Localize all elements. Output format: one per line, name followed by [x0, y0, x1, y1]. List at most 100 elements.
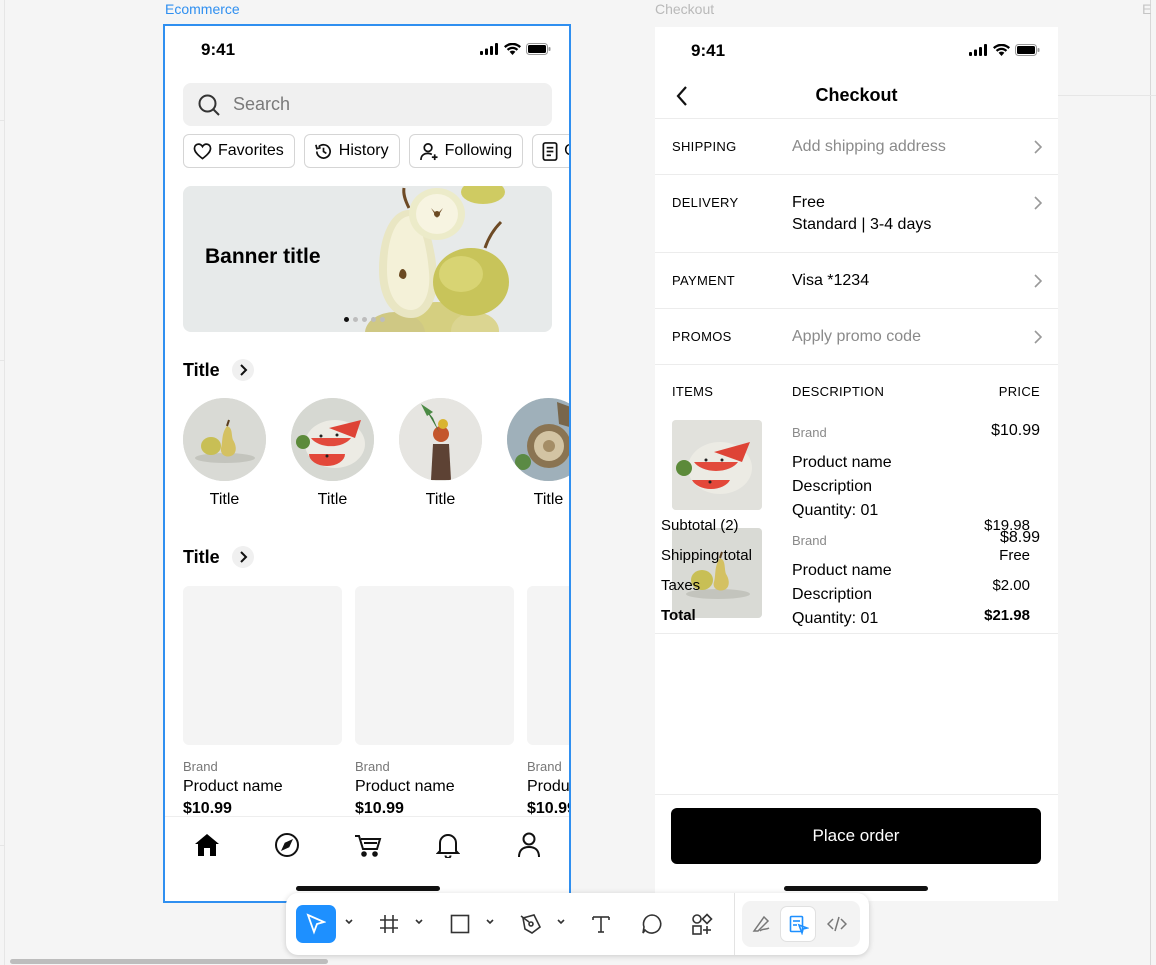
- payment-value: Visa *1234: [792, 272, 870, 289]
- tab-explore[interactable]: [273, 831, 301, 859]
- subtotal-value: $19.98: [984, 517, 1030, 534]
- chip-following[interactable]: Following: [408, 134, 524, 168]
- banner-dot[interactable]: [380, 317, 385, 322]
- category-item[interactable]: Title: [507, 398, 569, 509]
- section-arrow-button[interactable]: [231, 546, 254, 568]
- text-tool-button[interactable]: [584, 905, 618, 943]
- move-tool-button[interactable]: [296, 905, 336, 943]
- search-icon: [198, 94, 220, 116]
- promos-row[interactable]: PROMOS Apply promo code: [655, 309, 1058, 365]
- delivery-row[interactable]: DELIVERY Free Standard | 3-4 days: [655, 175, 1058, 253]
- product-image-placeholder: [527, 586, 569, 745]
- battery-icon: [1015, 44, 1040, 56]
- heart-icon: [193, 142, 212, 160]
- product-name: Product name: [355, 778, 455, 795]
- section-title: Title: [183, 359, 220, 380]
- item-quantity: Quantity: 01: [792, 610, 879, 627]
- canvas-divider: [0, 120, 5, 121]
- components-tool-button[interactable]: [685, 905, 719, 943]
- chevron-down-icon[interactable]: [556, 918, 566, 926]
- product-brand: Brand: [527, 759, 562, 774]
- design-mode-button[interactable]: [780, 906, 816, 942]
- item-details: Brand Product name Description Quantity:…: [792, 421, 892, 523]
- ecommerce-frame[interactable]: 9:41 Search Favorites History Following …: [163, 24, 571, 903]
- chip-favorites[interactable]: Favorites: [183, 134, 295, 168]
- history-icon: [314, 143, 331, 159]
- draw-icon: [752, 915, 770, 932]
- tab-cart[interactable]: [354, 831, 382, 859]
- chip-label: Following: [444, 142, 513, 159]
- banner-dot[interactable]: [362, 317, 367, 322]
- category-item[interactable]: Title: [183, 398, 266, 509]
- product-name: Product name: [527, 778, 570, 795]
- chip-partial[interactable]: C: [532, 134, 569, 168]
- tab-profile[interactable]: [515, 831, 543, 859]
- product-card[interactable]: Brand Product name $10.99: [355, 586, 514, 818]
- wood-stump-image: [507, 398, 569, 481]
- hero-banner[interactable]: Banner title: [183, 186, 552, 332]
- item-description: Description: [792, 478, 873, 495]
- comment-tool-button[interactable]: [635, 905, 669, 943]
- frame-tool-button[interactable]: [372, 905, 406, 943]
- item-details: Brand Product name Description Quantity:…: [792, 529, 892, 631]
- bell-icon: [436, 834, 460, 858]
- chevron-down-icon[interactable]: [344, 918, 354, 926]
- rectangle-tool-button[interactable]: [443, 905, 477, 943]
- category-label: Title: [317, 491, 348, 508]
- summary-divider: [655, 633, 1058, 634]
- pen-tool-button[interactable]: [514, 905, 548, 943]
- shipping-value: Add shipping address: [792, 138, 946, 155]
- category-carousel: Title Title Title Title: [183, 398, 569, 509]
- category-item[interactable]: Title: [291, 398, 374, 509]
- text-icon: [592, 916, 610, 933]
- dev-mode-button[interactable]: [820, 906, 854, 942]
- signal-icon: [969, 44, 987, 56]
- description-column-header: DESCRIPTION: [792, 384, 885, 399]
- chevron-right-icon: [1034, 330, 1042, 344]
- frame-label-third[interactable]: E: [1142, 1, 1151, 17]
- chevron-down-icon[interactable]: [485, 918, 495, 926]
- frame-label-ecommerce[interactable]: Ecommerce: [165, 1, 240, 17]
- canvas-divider: [0, 360, 5, 361]
- horizontal-scrollbar[interactable]: [10, 959, 328, 964]
- checkout-frame[interactable]: 9:41 Checkout SHIPPING Add shipping addr…: [655, 27, 1058, 901]
- chip-label: History: [338, 142, 389, 159]
- home-indicator: [296, 886, 440, 891]
- canvas-divider: [0, 845, 5, 846]
- shipping-row[interactable]: SHIPPING Add shipping address: [655, 119, 1058, 175]
- delivery-method: Standard | 3-4 days: [792, 216, 932, 233]
- product-card[interactable]: Brand Product name $10.99: [183, 586, 342, 818]
- banner-dot[interactable]: [371, 317, 376, 322]
- banner-pagination[interactable]: [344, 317, 385, 322]
- home-icon: [195, 834, 219, 856]
- category-image: [399, 398, 482, 481]
- banner-dot[interactable]: [344, 317, 349, 322]
- frame-label-checkout[interactable]: Checkout: [655, 1, 714, 17]
- section-header-2[interactable]: Title: [183, 546, 254, 568]
- search-input[interactable]: Search: [183, 83, 552, 126]
- product-card[interactable]: Brand Product name $10.99: [527, 586, 570, 818]
- category-item[interactable]: Title: [399, 398, 482, 509]
- status-time: 9:41: [201, 40, 236, 59]
- place-order-button[interactable]: Place order: [671, 808, 1041, 864]
- chevron-down-icon[interactable]: [414, 918, 424, 926]
- section-header-1[interactable]: Title: [183, 359, 254, 381]
- tab-notifications[interactable]: [434, 831, 462, 859]
- rectangle-icon: [450, 914, 470, 934]
- delivery-label: DELIVERY: [672, 195, 739, 210]
- promos-value: Apply promo code: [792, 328, 921, 345]
- chip-history[interactable]: History: [303, 134, 400, 168]
- status-time: 9:41: [691, 41, 726, 60]
- shipping-total-label: Shipping total: [661, 547, 752, 564]
- shipping-total-value: Free: [999, 547, 1030, 564]
- cursor-icon: [306, 913, 326, 935]
- canvas-divider: [1150, 0, 1151, 965]
- wifi-icon: [993, 44, 1010, 56]
- category-label: Title: [425, 491, 456, 508]
- chevron-right-icon: [1034, 196, 1042, 210]
- draw-mode-button[interactable]: [744, 906, 778, 942]
- section-arrow-button[interactable]: [231, 359, 254, 381]
- banner-dot[interactable]: [353, 317, 358, 322]
- payment-row[interactable]: PAYMENT Visa *1234: [655, 253, 1058, 309]
- tab-home[interactable]: [193, 831, 221, 859]
